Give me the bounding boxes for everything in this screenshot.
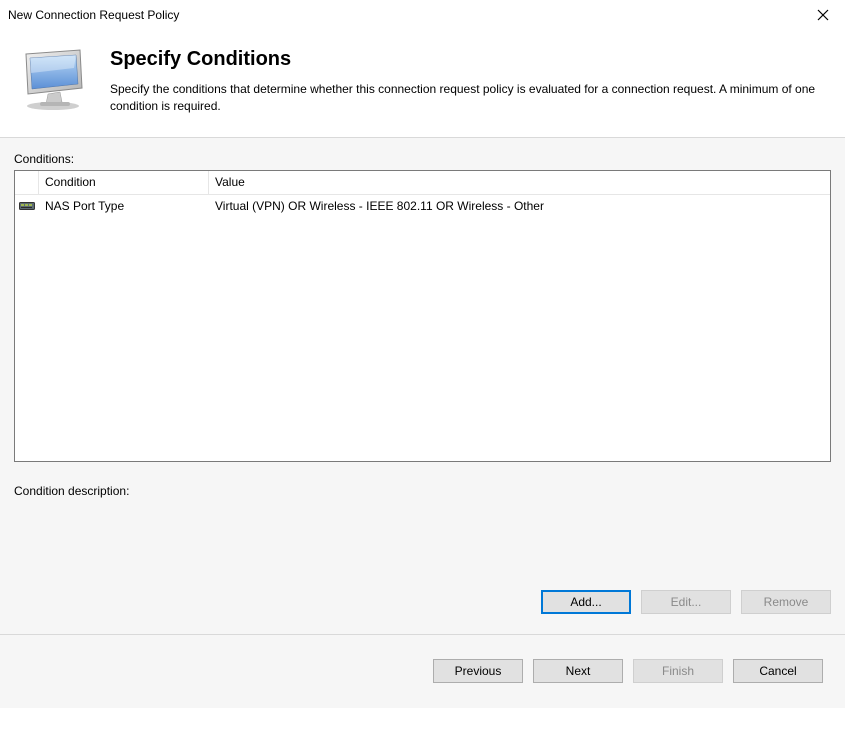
conditions-list[interactable]: Condition Value NAS Port Type Virtual (V… [14,170,831,462]
page-heading: Specify Conditions [110,48,835,71]
window-title: New Connection Request Policy [8,8,179,22]
nas-port-icon [15,200,39,212]
next-button[interactable]: Next [533,659,623,683]
list-header: Condition Value [15,171,830,195]
page-description: Specify the conditions that determine wh… [110,81,835,115]
column-header-condition[interactable]: Condition [39,171,209,194]
cancel-button[interactable]: Cancel [733,659,823,683]
remove-button: Remove [741,590,831,614]
close-button[interactable] [811,3,835,27]
header-text: Specify Conditions Specify the condition… [110,48,835,115]
description-label: Condition description: [14,484,831,498]
close-icon [817,9,829,21]
monitor-icon [20,48,90,112]
conditions-label: Conditions: [14,152,831,166]
previous-button[interactable]: Previous [433,659,523,683]
row-value: Virtual (VPN) OR Wireless - IEEE 802.11 … [209,199,830,213]
wizard-header: Specify Conditions Specify the condition… [0,30,845,137]
condition-buttons: Add... Edit... Remove [541,590,831,614]
content-area: Conditions: Condition Value NAS Port Typ… [0,137,845,634]
column-header-value[interactable]: Value [209,171,830,194]
title-bar: New Connection Request Policy [0,0,845,30]
row-condition: NAS Port Type [39,199,209,213]
table-row[interactable]: NAS Port Type Virtual (VPN) OR Wireless … [15,195,830,217]
finish-button: Finish [633,659,723,683]
wizard-footer: Previous Next Finish Cancel [0,634,845,708]
add-button[interactable]: Add... [541,590,631,614]
edit-button: Edit... [641,590,731,614]
